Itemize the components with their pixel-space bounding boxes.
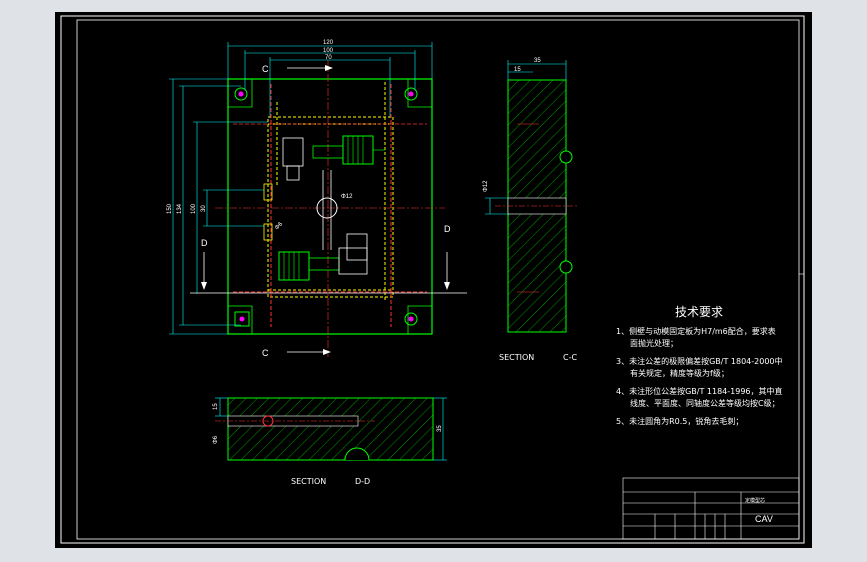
cad-viewport[interactable]: 120 100 70 150 134 100 30 Φ12 Φ6 C C D D… [55,12,812,548]
tech-item-1: 面抛光处理； [630,338,678,348]
cc-section-label: SECTION [499,353,534,362]
cut-label-c-top: C [262,64,269,74]
upper-cavity-insert [282,135,385,181]
main-view: 120 100 70 150 134 100 30 Φ12 Φ6 C C D D [167,40,467,358]
cc-dim-width: 35 [534,58,541,64]
dd-section-label: SECTION [291,477,326,486]
title-block [622,477,800,540]
corner-hole-bl [234,311,250,327]
dd-dim-height: 35 [437,425,443,432]
dim-hole-dia: Φ12 [341,194,353,200]
cc-dim-hole: Φ12 [483,180,489,192]
left-dimensions [169,78,268,335]
cut-label-d-right: D [444,224,451,234]
dim-hole-small: Φ6 [274,221,284,231]
tech-item-6: 5、未注圆角为R0.5，锐角去毛刺； [616,416,743,426]
tech-item-5: 线度、平面度、同轴度公差等级均按C级； [630,398,780,408]
cad-drawing: 120 100 70 150 134 100 30 Φ12 Φ6 C C D D… [60,15,805,544]
dim-height-c: 30 [201,205,207,212]
dim-width-total: 120 [323,40,334,46]
tech-title: 技术要求 [675,305,723,319]
section-dd-view: 35 15 Φ6 SECTION D-D [213,397,447,486]
sheet-inner-border [76,19,800,540]
tech-item-3: 有关规定，精度等级为f级； [630,368,729,378]
tech-requirements: 技术要求 1、侧壁与动模固定板为H7/m6配合，要求表 面抛光处理； 3、未注公… [616,305,783,426]
dd-dim-hole: Φ6 [213,435,219,444]
dim-height-total: 150 [167,203,173,214]
tech-item-0: 1、侧壁与动模固定板为H7/m6配合，要求表 [616,326,776,336]
corner-hole-br [404,312,418,326]
title-block-code: CAV [755,514,773,524]
cut-label-c-bottom: C [262,348,269,358]
dd-section-id: D-D [355,477,370,486]
dd-dim-offset: 15 [213,403,219,410]
dim-width-center: 70 [325,55,332,61]
dim-height-b: 100 [191,203,197,214]
cc-section-id: C-C [563,353,577,362]
title-block-part: 定模型芯 [745,497,765,504]
cc-dim-offset: 15 [514,67,521,73]
dim-width-inner: 100 [323,48,334,54]
cut-label-d-left: D [201,238,208,248]
dim-height-a: 134 [177,203,183,214]
tech-item-2: 3、未注公差的极限偏差按GB/T 1804-2000中 [616,356,783,366]
tech-item-4: 4、未注形位公差按GB/T 1184-1996，其中直 [616,386,783,396]
section-cc-view: 35 15 Φ12 SECTION C-C [483,58,577,362]
